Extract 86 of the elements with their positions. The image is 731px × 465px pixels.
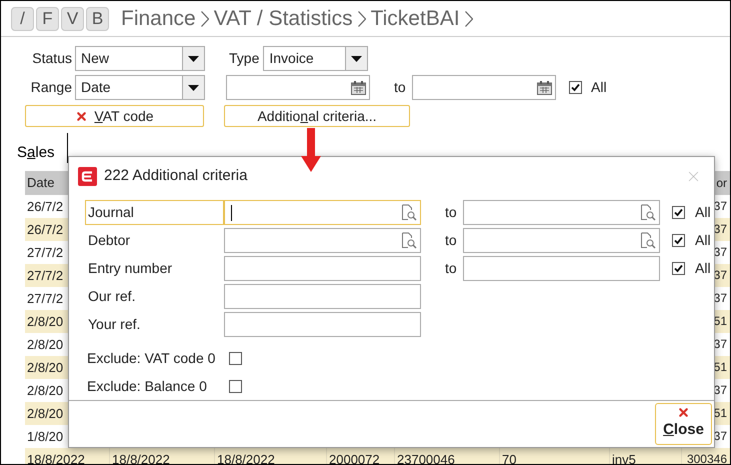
field-label: to bbox=[445, 259, 458, 278]
table-cell: 300346 bbox=[686, 452, 727, 464]
remove-button[interactable]: VAT code bbox=[25, 105, 204, 127]
input-field[interactable] bbox=[463, 256, 660, 281]
dropdown-arrow-icon bbox=[351, 56, 362, 62]
document-search-icon bbox=[640, 204, 656, 221]
table-cell: 2/8/20 bbox=[27, 406, 64, 421]
chevron-right-icon bbox=[200, 10, 209, 26]
column-header: or bbox=[716, 176, 727, 190]
table-cell: 26/7/2 bbox=[27, 222, 64, 237]
close-icon bbox=[75, 110, 88, 122]
table-cell: 2000072 bbox=[329, 452, 380, 464]
input-field[interactable] bbox=[463, 228, 660, 253]
close-button[interactable]: Close bbox=[655, 403, 712, 445]
table-cell: 1/8/20 bbox=[27, 429, 64, 444]
table-cell: 27/7/2 bbox=[27, 291, 64, 306]
column-header: Date bbox=[27, 175, 54, 190]
input-field[interactable] bbox=[224, 312, 421, 337]
breadcrumb-link[interactable]: TicketBAI bbox=[370, 2, 460, 34]
dropdown-arrow-icon bbox=[188, 56, 199, 62]
input-field[interactable] bbox=[224, 284, 421, 309]
table-cell: 18/8/2022 bbox=[217, 452, 275, 464]
field-label: Range bbox=[30, 78, 73, 97]
field-label: Our ref. bbox=[87, 287, 136, 306]
field-label: to bbox=[445, 203, 458, 222]
checkbox[interactable] bbox=[672, 234, 685, 247]
table-cell: 27/7/2 bbox=[27, 245, 64, 260]
checkbox-label: Exclude: VAT code 0 bbox=[87, 348, 216, 368]
down-arrow-icon bbox=[301, 128, 321, 172]
table-cell: 70 bbox=[502, 452, 516, 464]
range-select[interactable]: Date bbox=[75, 75, 205, 100]
field-label: Entry number bbox=[87, 259, 174, 278]
dropdown-arrow-icon bbox=[188, 84, 199, 90]
field-label: Status bbox=[31, 49, 73, 68]
table-cell: 18/8/2022 bbox=[112, 452, 170, 464]
checkbox[interactable] bbox=[672, 262, 685, 275]
checkbox-label: All bbox=[695, 259, 711, 278]
field-label: to bbox=[445, 231, 458, 250]
input-field[interactable] bbox=[224, 200, 421, 225]
toolbar-button[interactable]: F bbox=[36, 6, 59, 30]
dialog-title: 222 Additional criteria bbox=[104, 166, 248, 186]
criteria-button[interactable]: Additional criteria... bbox=[224, 105, 410, 127]
breadcrumb-link[interactable]: Finance bbox=[121, 2, 196, 34]
document-search-icon bbox=[640, 232, 656, 249]
toolbar-button[interactable]: V bbox=[61, 6, 84, 30]
document-search-icon bbox=[401, 232, 417, 249]
table-cell: 2/8/20 bbox=[27, 314, 64, 329]
status-select[interactable]: New bbox=[75, 46, 205, 71]
table-cell: 27/7/2 bbox=[27, 268, 64, 283]
type-select[interactable]: Invoice bbox=[263, 46, 368, 71]
document-search-icon bbox=[401, 204, 417, 221]
calendar-icon bbox=[351, 80, 366, 94]
checkbox[interactable] bbox=[229, 352, 242, 364]
field-label: to bbox=[394, 78, 407, 97]
table-cell: inv5 bbox=[612, 452, 636, 464]
table-cell: 26/7/2 bbox=[27, 199, 64, 214]
table-cell: 18/8/2022 bbox=[27, 452, 85, 464]
chevron-right-icon bbox=[358, 10, 366, 26]
checkbox[interactable] bbox=[672, 206, 685, 219]
checkbox-label: All bbox=[591, 78, 607, 97]
checkbox-label: All bbox=[695, 203, 711, 222]
date-field[interactable] bbox=[412, 75, 556, 100]
date-field[interactable] bbox=[226, 75, 370, 100]
table-cell: 2/8/20 bbox=[27, 383, 64, 398]
app-logo-icon bbox=[78, 166, 97, 186]
text-cursor bbox=[231, 204, 232, 220]
breadcrumb-link[interactable]: VAT / Statistics bbox=[214, 2, 353, 34]
close-icon bbox=[677, 406, 690, 420]
chevron-right-icon bbox=[464, 10, 473, 26]
checkbox[interactable] bbox=[229, 380, 242, 392]
input-field[interactable] bbox=[224, 256, 421, 281]
checkbox-label: All bbox=[695, 231, 711, 250]
calendar-icon bbox=[537, 80, 552, 94]
input-field[interactable] bbox=[463, 200, 660, 225]
checkbox-label: Exclude: Balance 0 bbox=[87, 376, 208, 396]
toolbar-button[interactable]: / bbox=[11, 6, 34, 30]
field-label: Debtor bbox=[87, 231, 132, 250]
field-label: Your ref. bbox=[87, 315, 142, 334]
toolbar-button[interactable]: B bbox=[86, 6, 109, 30]
checkbox[interactable] bbox=[569, 81, 582, 94]
table-cell: 2/8/20 bbox=[27, 360, 64, 375]
table-cell: 2/8/20 bbox=[27, 337, 64, 352]
input-field[interactable] bbox=[224, 228, 421, 253]
field-label: Type bbox=[229, 49, 260, 68]
table-cell: 23700046 bbox=[397, 452, 455, 464]
field-label: Journal bbox=[85, 200, 224, 225]
